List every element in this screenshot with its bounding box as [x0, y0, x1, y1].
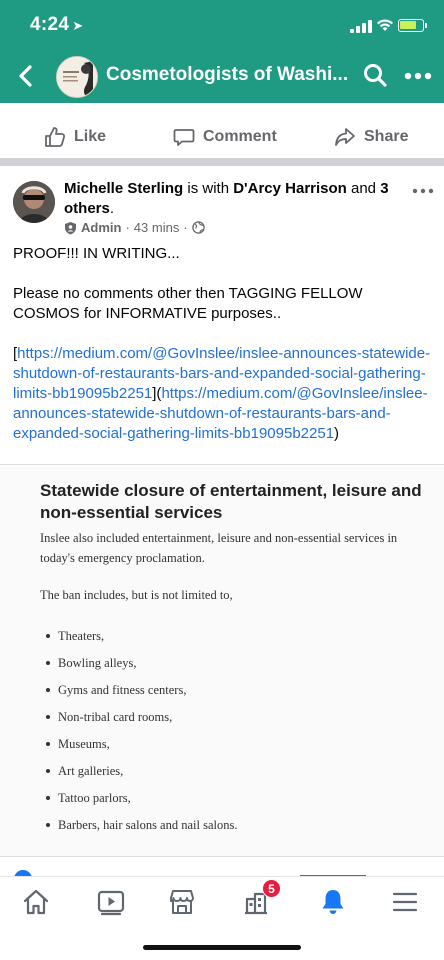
list-item-text: Museums, [58, 737, 110, 751]
closure-list: Theaters, Bowling alleys, Gyms and fitne… [46, 626, 237, 842]
bullet-icon [46, 688, 50, 692]
feed-divider [0, 158, 444, 166]
notification-count-badge: 5 [262, 879, 281, 898]
post-link-paragraph: [https://medium.com/@GovInslee/inslee-an… [13, 344, 431, 444]
admin-shield-icon [65, 221, 76, 234]
cellular-signal-icon [350, 20, 372, 33]
share-arrow-icon [335, 128, 355, 146]
post-meta: Admin · 43 mins · [64, 220, 205, 235]
article-heading: Statewide closure of entertainment, leis… [40, 481, 422, 522]
post-action-bar: Like Comment Share [0, 116, 444, 160]
battery-icon [398, 19, 427, 32]
tab-watch[interactable] [96, 887, 132, 917]
share-label: Share [364, 128, 409, 145]
list-item: Museums, [46, 734, 237, 761]
list-item: Gyms and fitness centers, [46, 680, 237, 707]
post-timestamp[interactable]: 43 mins [134, 220, 180, 235]
tab-notifications[interactable] [318, 887, 354, 917]
list-item-text: Tattoo parlors, [58, 791, 131, 805]
post-options-icon[interactable] [412, 188, 434, 194]
group-header: Cosmetologists of Washi... [0, 50, 444, 103]
author-photo-icon [13, 181, 55, 223]
meta-separator-2: · [183, 220, 188, 235]
wifi-icon [377, 19, 393, 31]
link-bracket-close: ) [334, 425, 340, 442]
comment-bubble-icon [173, 129, 195, 146]
like-label: Like [74, 128, 107, 145]
list-item-text: Art galleries, [58, 764, 124, 778]
list-item: Art galleries, [46, 761, 237, 788]
group-logo-icon [57, 57, 97, 97]
bell-icon [322, 890, 344, 914]
comment-label: Comment [203, 128, 277, 145]
location-arrow-icon: ➤ [72, 18, 84, 33]
bullet-icon [46, 769, 50, 773]
status-bar: 4:24 ➤ [0, 0, 444, 50]
bullet-icon [46, 634, 50, 638]
list-item: Theaters, [46, 626, 237, 653]
list-item: Bowling alleys, [46, 653, 237, 680]
with-text: is with [183, 180, 234, 197]
comment-button[interactable]: Comment [173, 126, 277, 148]
post-body: PROOF!!! IN WRITING... Please no comment… [13, 244, 431, 464]
article-preview[interactable]: Statewide closure of entertainment, leis… [0, 466, 444, 856]
tab-marketplace[interactable] [167, 887, 203, 917]
list-item: Non-tribal card rooms, [46, 707, 237, 734]
author-name[interactable]: Michelle Sterling [64, 180, 183, 197]
preview-divider [0, 464, 444, 465]
tab-menu[interactable] [390, 887, 426, 917]
list-item-text: Barbers, hair salons and nail salons. [58, 818, 238, 832]
bullet-icon [46, 715, 50, 719]
group-title[interactable]: Cosmetologists of Washi... [106, 64, 348, 86]
home-icon [23, 889, 49, 915]
tab-home[interactable] [21, 887, 57, 917]
marketplace-shop-icon [170, 890, 194, 914]
like-button[interactable]: Like [44, 126, 106, 148]
hamburger-menu-icon [392, 892, 418, 912]
post-text-line2: Please no comments other then TAGGING FE… [13, 285, 363, 322]
header-period: . [109, 200, 115, 217]
share-button[interactable]: Share [334, 126, 408, 148]
post-header: Michelle Sterling is with D'Arcy Harriso… [64, 179, 394, 219]
list-item: Tattoo parlors, [46, 788, 237, 815]
list-item-text: Bowling alleys, [58, 656, 137, 670]
tagged-person[interactable]: D'Arcy Harrison [233, 180, 347, 197]
bullet-icon [46, 661, 50, 665]
post-text-line1: PROOF!!! IN WRITING... [13, 245, 180, 262]
top-bar: 4:24 ➤ Cosmetologists of Washi... [0, 0, 444, 103]
back-arrow-icon[interactable] [16, 62, 36, 90]
group-avatar[interactable] [56, 56, 98, 98]
list-item-text: Theaters, [58, 629, 105, 643]
list-item-text: Non-tribal card rooms, [58, 710, 173, 724]
article-lead: The ban includes, but is not limited to, [40, 588, 233, 602]
list-item-text: Gyms and fitness centers, [58, 683, 187, 697]
home-indicator [143, 945, 301, 950]
admin-label: Admin [81, 220, 122, 235]
article-bottom-divider [0, 856, 444, 857]
search-icon[interactable] [362, 62, 388, 88]
globe-icon[interactable] [191, 221, 205, 234]
list-item: Barbers, hair salons and nail salons. [46, 815, 237, 842]
more-options-icon[interactable] [404, 72, 432, 80]
and-text: and [346, 180, 381, 197]
bullet-icon [46, 823, 50, 827]
status-time: 4:24 ➤ [30, 14, 83, 36]
video-play-icon [97, 890, 125, 916]
article-intro: Inslee also included entertainment, leis… [40, 531, 398, 565]
bullet-icon [46, 796, 50, 800]
author-avatar[interactable] [13, 181, 55, 223]
status-time-text: 4:24 [30, 14, 70, 35]
bullet-icon [46, 742, 50, 746]
meta-separator: · [125, 220, 130, 235]
thumbs-up-icon [45, 127, 66, 147]
